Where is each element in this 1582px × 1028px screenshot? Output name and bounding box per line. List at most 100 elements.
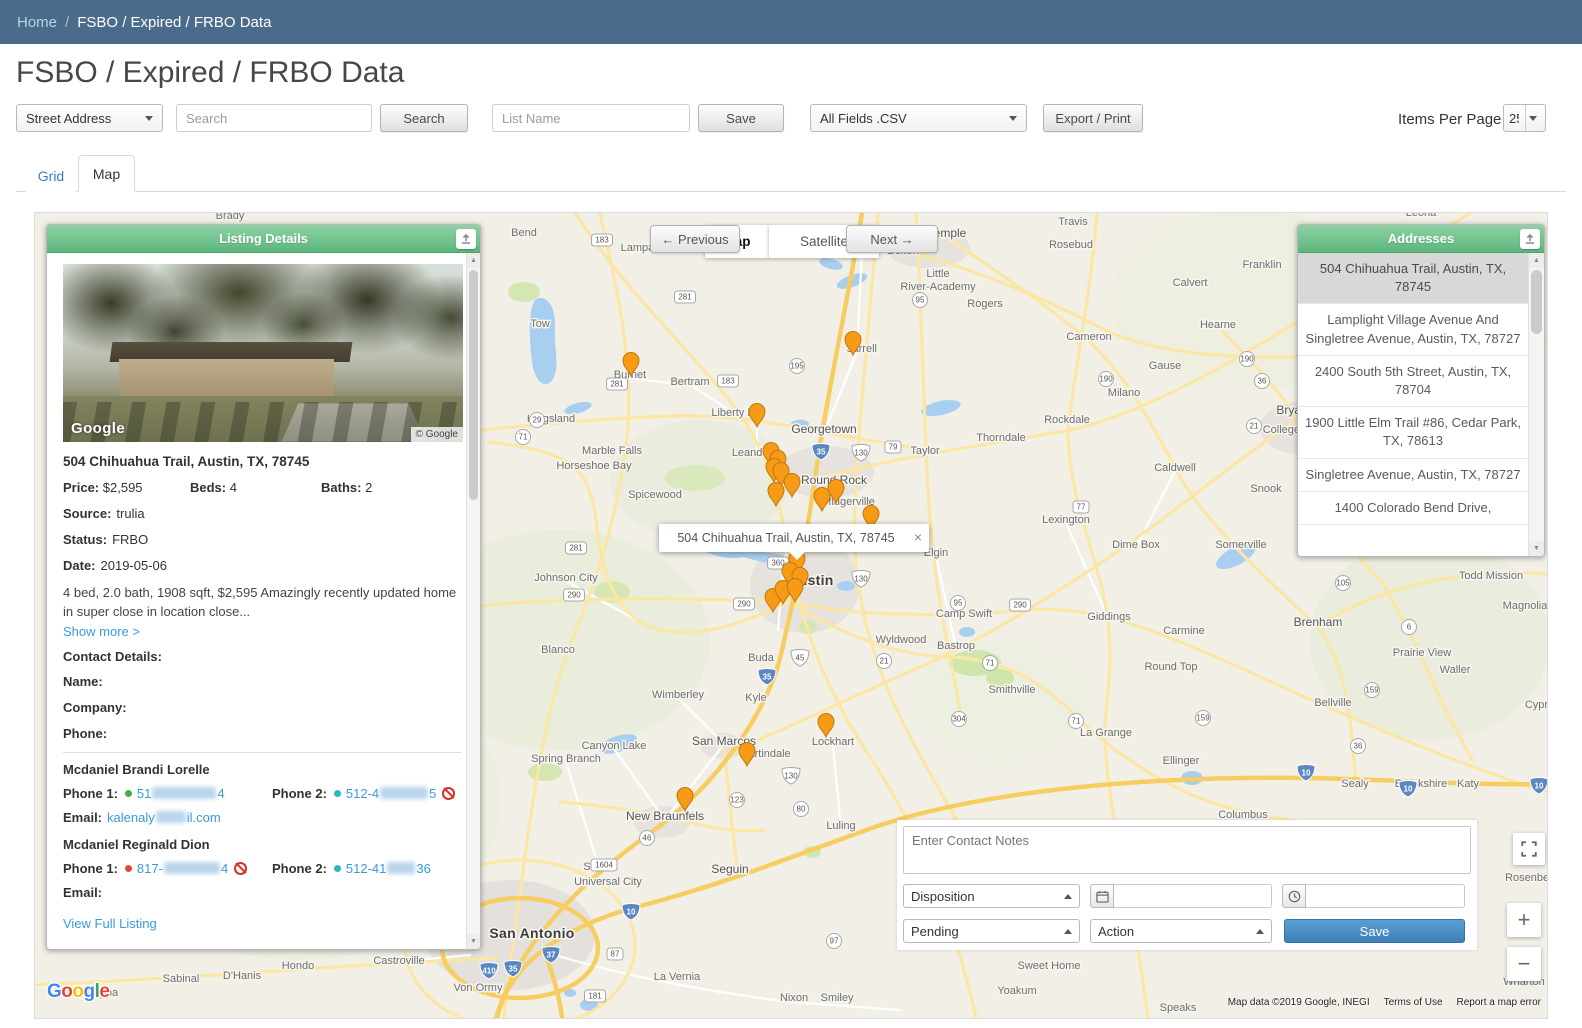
phone1-link[interactable]: 51 4 xyxy=(137,786,225,801)
route-shield: 21 xyxy=(1246,418,1262,434)
phone2-link[interactable]: 512-4 5 xyxy=(346,786,436,801)
view-full-listing-link[interactable]: View Full Listing xyxy=(63,916,157,931)
address-list-item[interactable]: 1900 Little Elm Trail #86, Cedar Park, T… xyxy=(1298,407,1528,459)
price-label: Price: xyxy=(63,480,100,495)
close-icon[interactable]: × xyxy=(914,529,922,545)
phone1-label: Phone 1: xyxy=(63,785,118,801)
email-link[interactable]: kalenaly il.com xyxy=(107,810,221,825)
zoom-out-button[interactable]: − xyxy=(1507,947,1541,981)
followup-time-input[interactable] xyxy=(1306,884,1465,908)
route-shield: 21 xyxy=(876,653,892,669)
breadcrumb-home-link[interactable]: Home xyxy=(17,14,57,31)
address-list-item[interactable]: 1400 Colorado Bend Drive, xyxy=(1298,492,1528,525)
phone1-link[interactable]: 817- 4 xyxy=(137,861,228,876)
route-shield: 123 xyxy=(729,792,745,808)
map-city-label: Johnson City xyxy=(534,572,598,584)
map-city-label: Hondo xyxy=(282,960,314,972)
collapse-panel-icon[interactable] xyxy=(456,229,476,249)
addresses-scrollbar[interactable]: ▲ ▼ xyxy=(1528,253,1544,556)
clock-icon[interactable] xyxy=(1282,884,1306,908)
report-map-error-link[interactable]: Report a map error xyxy=(1457,997,1541,1008)
svg-text:21: 21 xyxy=(880,657,889,666)
map-canvas[interactable]: BradyBendLampasasTempleBeltonTravisRoseb… xyxy=(35,213,1547,1018)
map-city-label: Marble Falls xyxy=(582,445,642,457)
scrollbar-thumb[interactable] xyxy=(1531,270,1542,334)
scroll-up-icon[interactable]: ▲ xyxy=(467,253,480,268)
address-list-item[interactable]: 2400 South 5th Street, Austin, TX, 78704 xyxy=(1298,356,1528,408)
svg-text:35: 35 xyxy=(817,448,826,457)
map-city-label: Round Top xyxy=(1144,661,1197,673)
previous-listing-button[interactable]: ← Previous xyxy=(650,225,740,253)
address-list-item[interactable]: Singletree Avenue, Austin, TX, 78727 xyxy=(1298,459,1528,492)
redacted-digits xyxy=(152,787,217,800)
export-format-select[interactable]: All Fields .CSV xyxy=(810,104,1027,132)
followup-date-input[interactable] xyxy=(1114,884,1272,908)
zoom-in-button[interactable]: + xyxy=(1507,903,1541,937)
listing-details-panel: Listing Details Google © Google 504 Chih… xyxy=(46,224,481,950)
map-city-label: Dime Box xyxy=(1112,539,1160,551)
fullscreen-button[interactable] xyxy=(1513,833,1545,865)
contact-notes-form: Disposition Pending Action xyxy=(897,820,1477,950)
phone-status-dot-green xyxy=(124,789,132,797)
route-shield: 281 xyxy=(674,290,696,304)
map-city-label: Todd Mission xyxy=(1459,570,1523,582)
terms-of-use-link[interactable]: Terms of Use xyxy=(1384,997,1443,1008)
action-select[interactable]: Action xyxy=(1090,919,1272,943)
svg-text:71: 71 xyxy=(986,659,995,668)
listing-scrollbar[interactable]: ▲ ▼ xyxy=(466,253,480,949)
route-shield: 159 xyxy=(1195,710,1211,726)
scroll-up-icon[interactable]: ▲ xyxy=(1529,253,1544,268)
address-list-item[interactable]: 504 Chihuahua Trail, Austin, TX, 78745 xyxy=(1298,253,1528,305)
svg-text:10: 10 xyxy=(1535,782,1544,791)
search-input[interactable] xyxy=(176,104,372,132)
contact-notes-textarea[interactable] xyxy=(903,826,1471,874)
google-logo[interactable]: Google xyxy=(47,981,110,1003)
collapse-panel-icon[interactable] xyxy=(1520,229,1540,249)
disposition-select[interactable]: Disposition xyxy=(903,884,1080,908)
map-city-label: Bellville xyxy=(1314,697,1351,709)
route-shield: 79 xyxy=(884,440,902,454)
email-label: Email: xyxy=(63,884,103,900)
addresses-title: Addresses xyxy=(1387,231,1455,246)
source-value: trulia xyxy=(116,506,145,521)
items-per-page-select[interactable]: 25 xyxy=(1503,104,1546,132)
map-city-label: La Grange xyxy=(1080,727,1132,739)
items-per-page-label: Items Per Page xyxy=(1398,111,1502,128)
scroll-down-icon[interactable]: ▼ xyxy=(467,934,480,949)
save-list-button[interactable]: Save xyxy=(698,104,784,132)
route-shield: 95 xyxy=(912,292,928,308)
map-city-label: Bend xyxy=(511,227,537,239)
show-more-link[interactable]: Show more > xyxy=(63,624,140,639)
photo-google-watermark: Google xyxy=(71,420,126,437)
tab-grid[interactable]: Grid xyxy=(26,160,76,192)
redacted-digits xyxy=(387,862,416,875)
address-list-item[interactable]: Lamplight Village Avenue And Singletree … xyxy=(1298,304,1528,356)
save-note-button[interactable]: Save xyxy=(1284,919,1465,943)
tab-map[interactable]: Map xyxy=(78,155,135,192)
calendar-icon[interactable] xyxy=(1090,884,1114,908)
search-field-select[interactable]: Street Address xyxy=(16,104,163,132)
map-city-label: Spring Branch xyxy=(531,753,601,765)
map-city-label: Rosenberg xyxy=(1505,872,1547,884)
svg-text:290: 290 xyxy=(737,600,751,609)
map-city-label: Blanco xyxy=(541,644,575,656)
map-city-label: Wyldwood xyxy=(876,634,927,646)
export-print-button[interactable]: Export / Print xyxy=(1043,104,1143,132)
svg-text:35: 35 xyxy=(509,965,518,974)
route-shield: 29 xyxy=(529,412,545,428)
search-button[interactable]: Search xyxy=(380,104,468,132)
pending-select[interactable]: Pending xyxy=(903,919,1080,943)
phone-status-dot-teal xyxy=(333,864,341,872)
map-city-label: Wimberley xyxy=(652,689,704,701)
phone2-link[interactable]: 512-41 36 xyxy=(346,861,431,876)
route-shield: 6 xyxy=(1401,619,1417,635)
next-listing-button[interactable]: Next → xyxy=(846,225,938,253)
scroll-down-icon[interactable]: ▼ xyxy=(1529,541,1544,556)
svg-text:159: 159 xyxy=(1196,714,1210,723)
beds-label: Beds: xyxy=(190,480,227,495)
scrollbar-thumb[interactable] xyxy=(469,270,478,500)
listing-photo[interactable]: Google © Google xyxy=(63,264,463,442)
svg-text:130: 130 xyxy=(854,575,868,584)
list-name-input[interactable] xyxy=(492,104,690,132)
map-city-label: Buda xyxy=(748,652,775,664)
